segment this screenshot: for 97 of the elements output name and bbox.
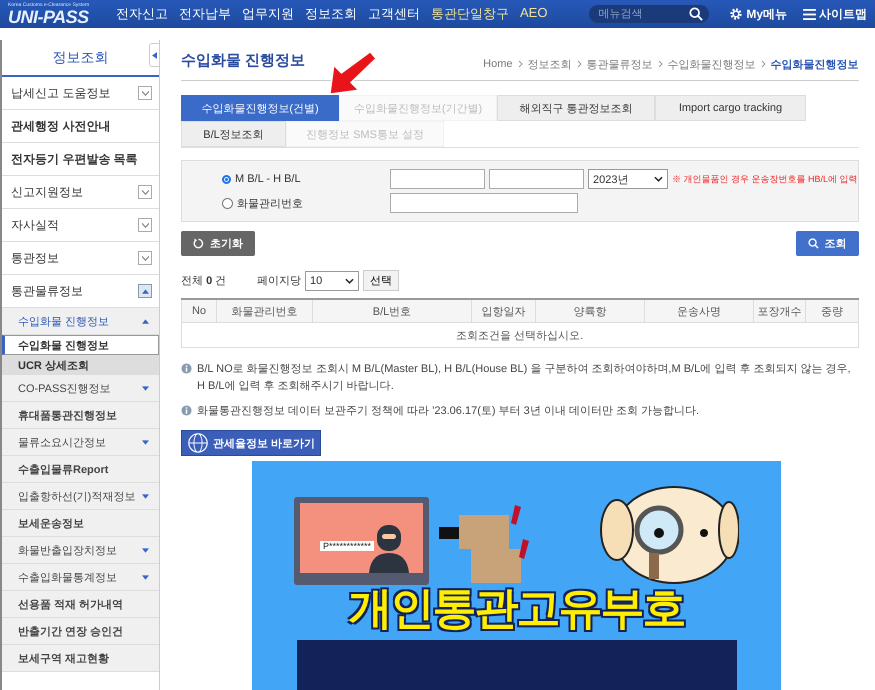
chevron-right-icon: [576, 60, 582, 68]
per-page-dropdown[interactable]: 10: [305, 270, 359, 290]
caret-icon: [142, 574, 149, 580]
breadcrumb-link[interactable]: 정보조회: [528, 56, 572, 72]
chevron-down-icon: [654, 176, 663, 182]
caret-icon: [142, 548, 149, 552]
subtab[interactable]: B/L정보조회: [181, 121, 286, 147]
breadcrumb-link[interactable]: Home: [483, 58, 513, 70]
masked-figure-icon: [369, 523, 409, 573]
tab[interactable]: 수입화물진행정보(건별): [181, 95, 339, 121]
nav-link[interactable]: 통관단일창구: [431, 5, 509, 23]
sidebar-subitem[interactable]: 수출입화물통계정보: [2, 564, 159, 591]
breadcrumb-link[interactable]: 수입화물진행정보: [770, 56, 859, 72]
nav-link[interactable]: AEO: [520, 5, 548, 23]
column-header: B/L번호: [312, 299, 472, 322]
chevron-right-icon: [760, 60, 766, 68]
chevron-right-icon: [658, 60, 663, 68]
sidebar-title: 정보조회: [52, 48, 108, 66]
nav-link[interactable]: 정보조회: [305, 5, 357, 23]
caret-icon: [142, 494, 149, 498]
search-icon: [808, 238, 819, 249]
sidebar-subitem[interactable]: 물류소요시간정보: [2, 429, 159, 456]
sidebar-subitem[interactable]: UCR 상세조회: [2, 355, 159, 375]
nav-link[interactable]: 전자신고: [116, 5, 168, 23]
total-count: 전체 0 건: [181, 274, 228, 288]
cargo-number-input-field[interactable]: [390, 193, 578, 213]
caret-icon: [142, 386, 149, 390]
year-dropdown[interactable]: 2023년: [588, 169, 668, 189]
nav-link[interactable]: 업무지원: [242, 5, 294, 23]
toggle-icon: [138, 86, 152, 100]
sidebar-item[interactable]: 전자등기 우편발송 목록: [2, 143, 159, 176]
hbl-input-field[interactable]: [489, 169, 584, 189]
info-icon: [181, 405, 192, 416]
column-header: 운송사명: [644, 299, 754, 322]
sidebar-subitem[interactable]: 수출입물류Report: [2, 456, 159, 483]
sidebar-subitem[interactable]: 입출항하선(기)적재정보: [2, 483, 159, 510]
reset-button[interactable]: 초기화: [181, 231, 255, 256]
sidebar-subitem[interactable]: 보세운송정보: [2, 510, 159, 537]
radio-button[interactable]: [222, 198, 233, 208]
sidebar-subitem[interactable]: 수입화물 진행정보: [2, 308, 159, 335]
sidebar-subitem[interactable]: 휴대품통관진행정보: [2, 402, 159, 429]
sidebar-item[interactable]: 자사실적: [2, 209, 159, 242]
column-header: 중량: [806, 299, 858, 322]
sidebar-subitem[interactable]: 보세구역 재고현황: [2, 645, 159, 672]
caret-icon: [142, 318, 149, 324]
masked-code-text: P************: [320, 541, 374, 551]
radio-option[interactable]: 화물관리번호: [222, 196, 386, 210]
column-header: 화물관리번호: [216, 299, 312, 322]
sidebar-subitem[interactable]: 화물반출입장치정보: [2, 537, 159, 564]
breadcrumb-link[interactable]: 수입화물진행정보: [668, 56, 756, 72]
column-header: 입항일자: [472, 299, 536, 322]
menu-search-field[interactable]: 메뉴검색: [589, 5, 710, 23]
nav-link[interactable]: 전자납부: [179, 5, 231, 23]
gear-icon: [729, 7, 744, 21]
toggle-icon: [138, 284, 152, 298]
per-page-label: 페이지당: [257, 274, 301, 288]
column-header: 포장개수: [754, 299, 806, 322]
my-menu-link[interactable]: My메뉴: [729, 6, 787, 22]
sidebar-item[interactable]: 신고지원정보: [2, 176, 159, 209]
sidebar-subitem[interactable]: 수입화물 진행정보: [2, 335, 159, 355]
toggle-icon: [138, 218, 152, 232]
chevron-down-icon: [345, 278, 354, 284]
tab[interactable]: 해외직구 통관정보조회: [497, 95, 655, 121]
chevron-right-icon: [518, 60, 523, 68]
select-button[interactable]: 선택: [363, 270, 399, 291]
info-note: B/L NO로 화물진행정보 조회시 M B/L(Master BL), H B/L(House BL) 을 구분하여 조회하여야하며,M B/L에 입력 후 조회되지 않는 경우, H B/L에 입력 후 조회해주시기 바랍니다.: [197, 362, 852, 394]
nav-link[interactable]: 고객센터: [368, 5, 420, 23]
toggle-icon: [138, 251, 152, 265]
sitemap-link[interactable]: 사이트맵: [803, 6, 867, 22]
collapse-sidebar-button[interactable]: [149, 43, 160, 67]
menu-icon: [803, 8, 816, 20]
mbl-input-field[interactable]: [390, 169, 485, 189]
sidebar-subitem[interactable]: 선용품 적재 허가내역: [2, 591, 159, 618]
radio-button[interactable]: [222, 174, 231, 184]
column-header: No: [182, 299, 216, 322]
sidebar-subitem[interactable]: CO-PASS진행정보: [2, 375, 159, 402]
tab[interactable]: Import cargo tracking: [655, 95, 806, 121]
sidebar-item[interactable]: 관세행정 사전안내: [2, 110, 159, 143]
sidebar-subitem[interactable]: 반출기간 연장 승인건: [2, 618, 159, 645]
page-title: 수입화물 진행정보: [181, 50, 306, 70]
globe-icon: [187, 432, 209, 454]
sidebar-item[interactable]: 통관정보: [2, 242, 159, 275]
banner-headline: 개인통관고유부호: [348, 583, 684, 635]
caret-icon: [142, 440, 149, 444]
toggle-icon: [138, 185, 152, 199]
breadcrumb-link[interactable]: 통관물류정보: [586, 56, 653, 72]
left-caret-icon: [152, 52, 157, 58]
sidebar-item[interactable]: 납세신고 도움정보: [2, 77, 159, 110]
refresh-icon: [193, 238, 204, 249]
search-button[interactable]: 조회: [796, 231, 859, 256]
input-hint: ※ 개인물품인 경우 운송장번호를 HB/L에 입력: [672, 172, 858, 186]
empty-table-message: 조회조건을 선택하십시오.: [182, 322, 858, 348]
info-icon: [181, 363, 192, 374]
radio-option[interactable]: M B/L - H B/L: [222, 173, 386, 185]
column-header: 양륙항: [536, 299, 644, 322]
tariff-info-link-button[interactable]: 관세율정보 바로가기: [181, 430, 322, 456]
info-note: 화물통관진행정보 데이터 보관주기 정책에 따라 '23.06.17(토) 부터 3년 이내 데이터만 조회 가능합니다.: [197, 404, 700, 419]
